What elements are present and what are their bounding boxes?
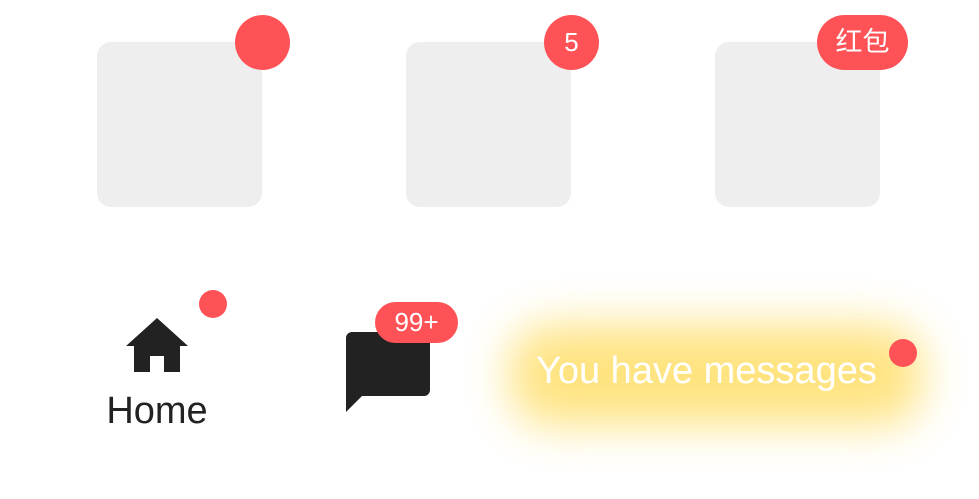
red-packet-badge: 红包: [817, 15, 908, 70]
home-tab[interactable]: Home: [100, 312, 214, 442]
message-notice-dot-badge: [889, 339, 917, 367]
message-notice-text[interactable]: You have messages: [536, 345, 916, 397]
avatar-placeholder-2[interactable]: [406, 42, 571, 207]
home-label: Home: [106, 390, 208, 432]
home-dot-badge: [199, 290, 227, 318]
dot-badge: [235, 15, 290, 70]
avatar-placeholder-1[interactable]: [97, 42, 262, 207]
count-badge: 5: [544, 15, 599, 70]
home-icon: [126, 318, 188, 372]
message-count-badge: 99+: [375, 302, 458, 343]
